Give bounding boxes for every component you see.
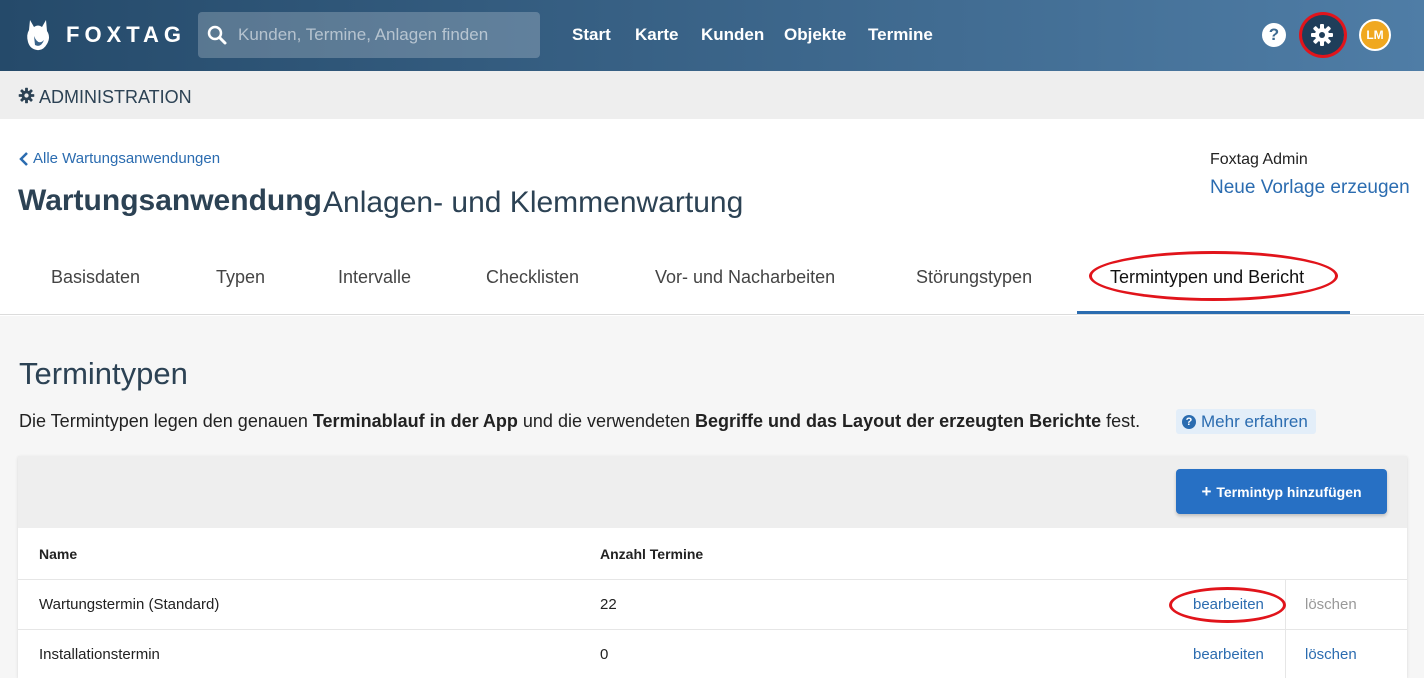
tab-typen[interactable]: Typen	[216, 267, 265, 288]
edit-link[interactable]: bearbeiten	[1193, 646, 1264, 663]
help-icon[interactable]: ?	[1262, 23, 1286, 47]
gear-icon	[1311, 24, 1333, 46]
top-navbar: FOXTAG Start Karte Kunden Objekte Termin…	[0, 0, 1424, 71]
new-template-link[interactable]: Neue Vorlage erzeugen	[1210, 177, 1410, 199]
plus-icon: +	[1201, 481, 1212, 501]
more-info-link[interactable]: ? Mehr erfahren	[1176, 409, 1316, 434]
nav-link-start[interactable]: Start	[572, 25, 611, 45]
search-icon	[207, 25, 227, 45]
tab-basisdaten[interactable]: Basisdaten	[51, 267, 140, 288]
avatar[interactable]: LM	[1359, 19, 1391, 51]
nav-link-termine[interactable]: Termine	[868, 25, 933, 45]
add-termintyp-button[interactable]: + Termintyp hinzufügen	[1176, 469, 1387, 514]
delete-link-disabled: löschen	[1305, 596, 1357, 613]
nav-link-kunden[interactable]: Kunden	[701, 25, 764, 45]
more-info-label: Mehr erfahren	[1201, 411, 1308, 431]
page-subtitle: Anlagen- und Klemmenwartung	[323, 186, 744, 219]
table-row: Installationstermin 0 bearbeiten löschen	[18, 629, 1407, 678]
admin-bar: ADMINISTRATION	[0, 71, 1424, 119]
row-name: Installationstermin	[39, 646, 160, 663]
table-toolbar: + Termintyp hinzufügen	[18, 456, 1407, 528]
column-header-count: Anzahl Termine	[600, 546, 704, 562]
tab-bar: Basisdaten Typen Intervalle Checklisten …	[0, 253, 1424, 315]
search-input[interactable]	[238, 12, 533, 58]
active-tab-indicator	[1077, 311, 1350, 314]
nav-link-objekte[interactable]: Objekte	[784, 25, 846, 45]
user-name: Foxtag Admin	[1210, 151, 1308, 168]
cell-divider	[1285, 630, 1286, 678]
brand-name: FOXTAG	[66, 22, 187, 47]
section-description: Die Termintypen legen den genauen Termin…	[19, 411, 1141, 431]
brand-logo[interactable]: FOXTAG	[24, 18, 186, 52]
nav-link-karte[interactable]: Karte	[635, 25, 678, 45]
global-search[interactable]	[198, 12, 540, 58]
row-name: Wartungstermin (Standard)	[39, 596, 220, 613]
delete-link[interactable]: löschen	[1305, 646, 1357, 663]
tab-stoerungstypen[interactable]: Störungstypen	[916, 267, 1032, 288]
question-circle-icon: ?	[1182, 414, 1196, 429]
fox-logo-icon	[27, 20, 49, 51]
back-link-label: Alle Wartungsanwendungen	[33, 150, 221, 167]
tab-intervalle[interactable]: Intervalle	[338, 267, 411, 288]
back-link[interactable]: Alle Wartungsanwendungen	[19, 150, 220, 167]
admin-title: ADMINISTRATION	[39, 87, 192, 107]
settings-button[interactable]	[1300, 13, 1344, 57]
cell-divider	[1285, 580, 1286, 630]
tab-vor-und-nacharbeiten[interactable]: Vor- und Nacharbeiten	[655, 267, 835, 288]
tab-checklisten[interactable]: Checklisten	[486, 267, 579, 288]
table-row: Wartungstermin (Standard) 22 bearbeiten …	[18, 579, 1407, 630]
section-title: Termintypen	[19, 356, 188, 391]
chevron-left-icon	[19, 151, 28, 166]
column-header-name: Name	[39, 546, 78, 562]
termintypen-table-card: + Termintyp hinzufügen Name Anzahl Termi…	[18, 456, 1407, 678]
edit-link[interactable]: bearbeiten	[1193, 596, 1264, 613]
row-count: 22	[600, 596, 617, 613]
tab-termintypen-und-bericht[interactable]: Termintypen und Bericht	[1110, 267, 1304, 288]
row-count: 0	[600, 646, 609, 663]
add-termintyp-label: Termintyp hinzufügen	[1216, 483, 1362, 500]
gear-icon	[18, 87, 35, 104]
page-title: Wartungsanwendung	[18, 184, 322, 217]
